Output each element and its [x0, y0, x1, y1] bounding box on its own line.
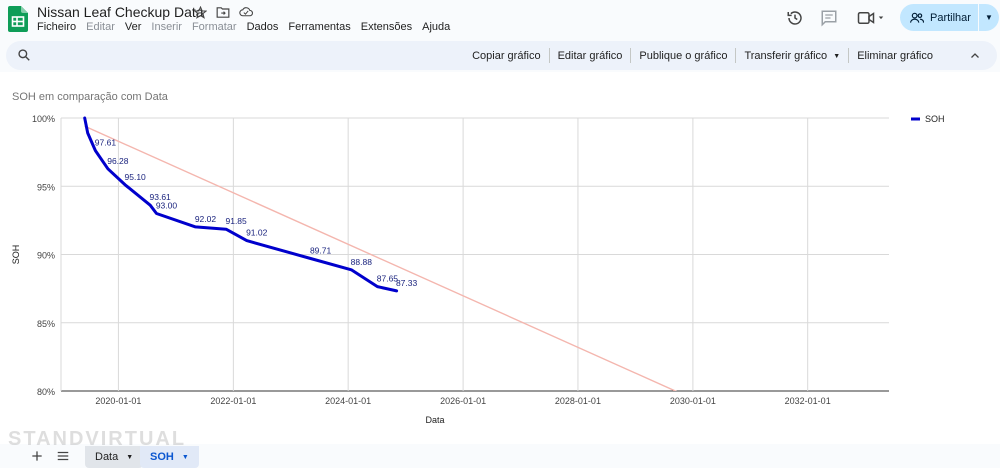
- x-tick-label: 2024-01-01: [325, 396, 371, 406]
- comments-icon[interactable]: [820, 9, 838, 27]
- data-label: 92.02: [195, 214, 217, 224]
- x-tick-label: 2022-01-01: [210, 396, 256, 406]
- edit-chart-button[interactable]: Editar gráfico: [550, 50, 631, 62]
- chevron-up-icon[interactable]: [969, 49, 981, 61]
- trendline: [84, 125, 678, 391]
- people-icon: [910, 12, 924, 24]
- download-chart-label: Transferir gráfico: [744, 49, 828, 62]
- data-label: 93.00: [156, 201, 178, 211]
- legend-label-soh: SOH: [925, 114, 945, 124]
- sheet-tab-label: Data: [95, 451, 119, 463]
- share-dropdown-button[interactable]: ▼: [979, 4, 999, 31]
- download-chart-button[interactable]: Transferir gráfico ▼: [736, 50, 848, 62]
- publish-chart-button[interactable]: Publique o gráfico: [631, 50, 735, 62]
- share-label: Partilhar: [930, 11, 971, 24]
- data-label: 87.33: [396, 278, 418, 288]
- x-axis-title: Data: [425, 415, 444, 425]
- data-label: 95.10: [125, 172, 147, 182]
- y-tick-label: 85%: [37, 319, 55, 329]
- x-tick-label: 2030-01-01: [670, 396, 716, 406]
- top-bar: Nissan Leaf Checkup Data Ficheiro Editar…: [0, 0, 1000, 40]
- share-button[interactable]: Partilhar: [900, 4, 978, 31]
- add-sheet-icon[interactable]: [30, 449, 44, 463]
- sheets-logo-icon[interactable]: [8, 6, 28, 32]
- menu-file[interactable]: Ficheiro: [37, 21, 76, 33]
- x-tick-label: 2028-01-01: [555, 396, 601, 406]
- y-tick-label: 80%: [37, 387, 55, 397]
- y-tick-label: 100%: [32, 114, 55, 124]
- delete-chart-button[interactable]: Eliminar gráfico: [849, 50, 941, 62]
- line-chart[interactable]: 80% 85% 90% 95% 100% 2020-01-01 2022-01-01 2024…: [0, 72, 1000, 444]
- meet-video-icon[interactable]: [857, 9, 887, 27]
- copy-chart-button[interactable]: Copiar gráfico: [464, 50, 548, 62]
- star-icon[interactable]: [193, 5, 207, 19]
- menu-tools[interactable]: Ferramentas: [288, 21, 350, 33]
- watermark-logo: STANDVIRTUAL: [8, 428, 187, 450]
- move-folder-icon[interactable]: [216, 5, 230, 19]
- menu-format[interactable]: Formatar: [192, 21, 237, 33]
- data-label: 88.88: [351, 257, 373, 267]
- caret-down-icon: ▼: [181, 453, 189, 461]
- data-label: 96.28: [107, 156, 129, 166]
- menu-view[interactable]: Ver: [125, 21, 142, 33]
- menu-extensions[interactable]: Extensões: [361, 21, 412, 33]
- x-tick-label: 2020-01-01: [95, 396, 141, 406]
- chart-canvas[interactable]: SOH em comparação com Data 80% 85% 90% 95% 1…: [0, 72, 1000, 444]
- y-tick-label: 95%: [37, 182, 55, 192]
- x-tick-label: 2032-01-01: [785, 396, 831, 406]
- caret-down-icon: ▼: [985, 13, 993, 22]
- menu-insert[interactable]: Inserir: [151, 21, 182, 33]
- menu-edit[interactable]: Editar: [86, 21, 115, 33]
- y-axis-title: SOH: [11, 245, 21, 265]
- chart-toolbar: Copiar gráfico Editar gráfico Publique o…: [6, 41, 997, 70]
- y-tick-label: 90%: [37, 251, 55, 261]
- x-tick-label: 2026-01-01: [440, 396, 486, 406]
- menu-bar: Ficheiro Editar Ver Inserir Formatar Dad…: [37, 21, 450, 33]
- cloud-status-icon[interactable]: [239, 5, 253, 19]
- data-label: 91.02: [246, 228, 268, 238]
- document-title[interactable]: Nissan Leaf Checkup Data: [37, 4, 204, 20]
- all-sheets-menu-icon[interactable]: [56, 449, 70, 463]
- caret-down-icon: ▼: [126, 453, 134, 461]
- data-label: 97.61: [95, 138, 117, 148]
- data-label: 89.71: [310, 245, 332, 255]
- menu-data[interactable]: Dados: [247, 21, 279, 33]
- caret-down-icon: ▼: [833, 52, 841, 60]
- sheet-tab-label: SOH: [150, 451, 174, 463]
- version-history-icon[interactable]: [786, 9, 804, 27]
- data-label: 91.85: [225, 216, 247, 226]
- menu-help[interactable]: Ajuda: [422, 21, 450, 33]
- search-icon[interactable]: [17, 48, 31, 62]
